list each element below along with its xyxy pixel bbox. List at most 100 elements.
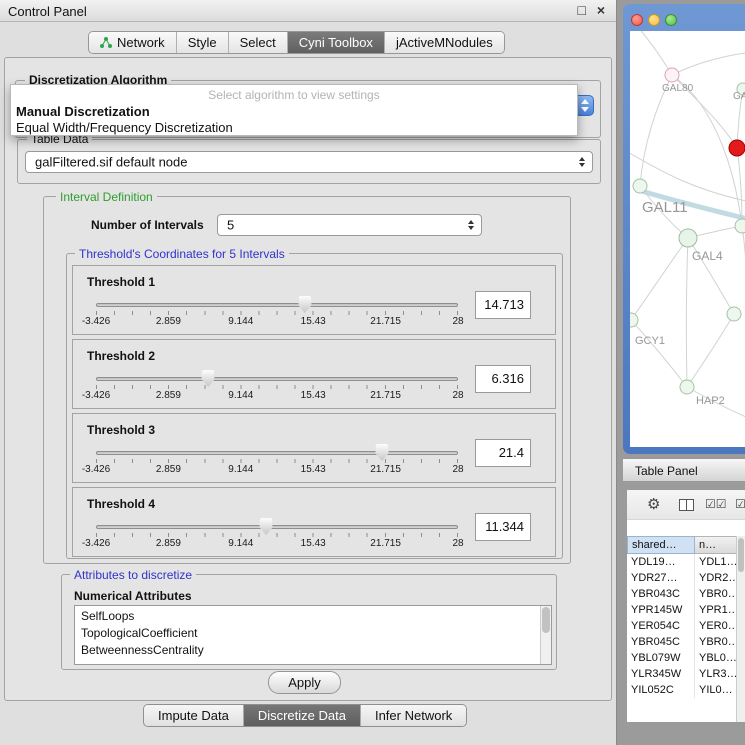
tab-cyni-toolbox-label: Cyni Toolbox <box>299 35 373 50</box>
scale-label: -3.426 <box>82 464 110 475</box>
select-column-icon[interactable]: ☑ <box>735 497 745 511</box>
interval-definition-group-label: Interval Definition <box>56 190 157 204</box>
cell-shared-name[interactable]: YPR145W <box>627 602 695 618</box>
cell-shared-name[interactable]: YBL079W <box>627 650 695 666</box>
scale-label: 2.859 <box>156 538 181 549</box>
close-panel-icon[interactable]: × <box>597 2 605 18</box>
scale-label: -3.426 <box>82 316 110 327</box>
network-node[interactable] <box>633 179 647 193</box>
threshold-2-value-field[interactable]: 6.316 <box>475 365 531 393</box>
cell-shared-name[interactable]: YBR045C <box>627 634 695 650</box>
menu-item-equal-width-frequency[interactable]: Equal Width/Frequency Discretization <box>16 120 233 135</box>
cell-shared-name[interactable]: YLR345W <box>627 666 695 682</box>
tab-impute-data[interactable]: Impute Data <box>144 705 243 726</box>
threshold-2-slider[interactable]: -3.426 2.859 9.144 15.43 21.715 28 <box>96 368 458 408</box>
bottom-tabbar: Impute Data Discretize Data Infer Networ… <box>143 704 467 727</box>
minimize-button[interactable] <box>648 14 660 26</box>
table-panel-titlebar: Table Panel <box>623 458 745 482</box>
threshold-1-slider[interactable]: -3.426 2.859 9.144 15.43 21.715 28 <box>96 294 458 334</box>
scale-label: 9.144 <box>228 316 253 327</box>
attributes-group: Attributes to discretize Numerical Attri… <box>61 574 557 670</box>
scale-label: -3.426 <box>82 390 110 401</box>
cell-shared-name[interactable]: YDL19… <box>627 554 695 570</box>
tab-select[interactable]: Select <box>228 32 287 53</box>
scale-label: 21.715 <box>370 538 401 549</box>
table-toolbar: ⚙ ☑☑ ☑ <box>627 490 745 520</box>
columns-icon[interactable] <box>679 499 694 511</box>
cell-shared-name[interactable]: YIL052C <box>627 682 695 698</box>
number-of-intervals-select[interactable]: 5 <box>217 214 482 236</box>
table-row[interactable]: YPR145WYPR1… <box>627 602 745 618</box>
table-row[interactable]: YDR27…YDR2… <box>627 570 745 586</box>
network-node[interactable] <box>679 229 697 247</box>
threshold-4-label: Threshold 4 <box>87 497 155 511</box>
list-item[interactable]: BetweennessCentrality <box>75 642 551 659</box>
attributes-scrollbar[interactable] <box>540 606 551 664</box>
tab-select-label: Select <box>240 35 276 50</box>
table-row[interactable]: YDL19…YDL1… <box>627 554 745 570</box>
scale-label: 28 <box>452 464 463 475</box>
cell-shared-name[interactable]: YER054C <box>627 618 695 634</box>
table-body: YDL19…YDL1… YDR27…YDR2… YBR043CYBR0… YPR… <box>627 554 745 698</box>
table-scrollbar[interactable] <box>736 536 745 722</box>
network-node[interactable] <box>680 380 694 394</box>
close-button[interactable] <box>631 14 643 26</box>
network-canvas[interactable]: GAL80 GAL11 GAL4 GCY1 HAP2 GA <box>630 31 745 447</box>
select-all-columns-icon[interactable]: ☑☑ <box>705 497 727 511</box>
scale-label: 21.715 <box>370 464 401 475</box>
tab-jactivemnodules-label: jActiveMNodules <box>396 35 493 50</box>
network-node-selected[interactable] <box>729 140 745 156</box>
column-header-shared-name[interactable]: shared… <box>627 536 695 554</box>
table-row[interactable]: YBR043CYBR0… <box>627 586 745 602</box>
table-row[interactable]: YLR345WYLR3… <box>627 666 745 682</box>
threshold-panel-1: Threshold 1 -3.426 2.859 9.144 15.43 21.… <box>72 265 556 335</box>
tab-discretize-data[interactable]: Discretize Data <box>243 705 360 726</box>
table-row[interactable]: YBR045CYBR0… <box>627 634 745 650</box>
menu-item-manual-discretization[interactable]: Manual Discretization <box>16 104 150 119</box>
scrollbar-thumb[interactable] <box>542 607 550 633</box>
network-node[interactable] <box>735 219 745 233</box>
scale-label: 28 <box>452 538 463 549</box>
scrollbar-thumb[interactable] <box>738 538 744 572</box>
list-item[interactable]: SelfLoops <box>75 608 551 625</box>
threshold-panel-4: Threshold 4 -3.426 2.859 9.144 15.43 21.… <box>72 487 556 557</box>
threshold-3-slider[interactable]: -3.426 2.859 9.144 15.43 21.715 28 <box>96 442 458 482</box>
tab-cyni-toolbox[interactable]: Cyni Toolbox <box>287 32 384 53</box>
network-node[interactable] <box>630 313 638 327</box>
table-row[interactable]: YBL079WYBL0… <box>627 650 745 666</box>
table-row[interactable]: YER054CYER0… <box>627 618 745 634</box>
threshold-4-slider[interactable]: -3.426 2.859 9.144 15.43 21.715 28 <box>96 516 458 556</box>
slider-track[interactable] <box>96 525 458 529</box>
network-node[interactable] <box>665 68 679 82</box>
tab-infer-network[interactable]: Infer Network <box>360 705 466 726</box>
tab-style[interactable]: Style <box>176 32 228 53</box>
threshold-panel-3: Threshold 3 -3.426 2.859 9.144 15.43 21.… <box>72 413 556 483</box>
threshold-2-label: Threshold 2 <box>87 349 155 363</box>
slider-track[interactable] <box>96 377 458 381</box>
table-row[interactable]: YIL052CYIL0… <box>627 682 745 698</box>
threshold-3-value-field[interactable]: 21.4 <box>475 439 531 467</box>
scale-label: 28 <box>452 316 463 327</box>
slider-track[interactable] <box>96 303 458 307</box>
network-icon <box>100 36 112 49</box>
slider-scale: -3.426 2.859 9.144 15.43 21.715 28 <box>96 464 458 476</box>
gear-icon[interactable]: ⚙ <box>647 495 660 513</box>
cell-shared-name[interactable]: YDR27… <box>627 570 695 586</box>
table-data-select[interactable]: galFiltered.sif default node <box>25 151 593 173</box>
scale-label: 15.43 <box>301 538 326 549</box>
tab-network[interactable]: Network <box>89 32 176 53</box>
numerical-attributes-list[interactable]: SelfLoops TopologicalCoefficient Between… <box>74 605 552 665</box>
slider-track[interactable] <box>96 451 458 455</box>
cell-shared-name[interactable]: YBR043C <box>627 586 695 602</box>
network-node[interactable] <box>727 307 741 321</box>
threshold-4-value-field[interactable]: 11.344 <box>475 513 531 541</box>
threshold-1-value-field[interactable]: 14.713 <box>475 291 531 319</box>
float-window-icon[interactable]: □ <box>578 2 586 18</box>
scale-label: 9.144 <box>228 390 253 401</box>
zoom-button[interactable] <box>665 14 677 26</box>
combo-stepper-icon <box>579 157 585 167</box>
list-item[interactable]: TopologicalCoefficient <box>75 625 551 642</box>
apply-button[interactable]: Apply <box>268 671 341 694</box>
scale-label: 21.715 <box>370 390 401 401</box>
tab-jactivemnodules[interactable]: jActiveMNodules <box>384 32 504 53</box>
